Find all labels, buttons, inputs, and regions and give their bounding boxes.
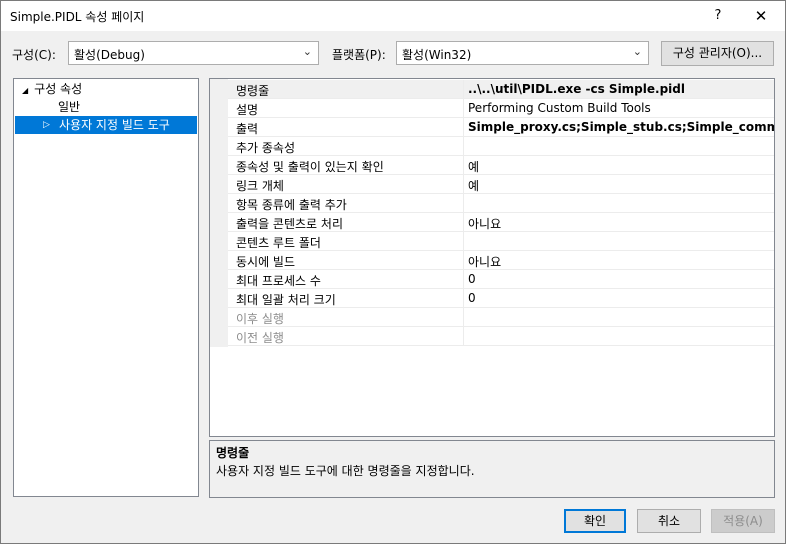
tree-item-label: 사용자 지정 빌드 도구 (59, 118, 170, 132)
chevron-down-icon: ⌄ (302, 45, 312, 58)
column-divider (463, 251, 464, 270)
tree-item-custom-build-tool[interactable]: ▷ 사용자 지정 빌드 도구 (15, 116, 197, 134)
description-title: 명령줄 (216, 446, 250, 460)
property-value[interactable]: Simple_proxy.cs;Simple_stub.cs;Simple_co… (468, 120, 774, 134)
property-tree: ◢ 구성 속성 일반 ▷ 사용자 지정 빌드 도구 (13, 78, 199, 497)
property-row[interactable]: 이전 실행 (228, 327, 774, 346)
column-divider (463, 137, 464, 156)
property-grid: 명령줄 ..\..\util\PIDL.exe -cs Simple.pidl 설명… (209, 78, 775, 437)
property-name: 종속성 및 출력이 있는지 확인 (236, 160, 384, 174)
platform-value: 활성(Win32) (402, 48, 472, 62)
platform-dropdown[interactable]: 활성(Win32) ⌄ (396, 41, 649, 65)
property-value[interactable]: Performing Custom Build Tools (468, 101, 651, 115)
property-name: 이전 실행 (236, 331, 284, 345)
property-name: 동시에 빌드 (236, 255, 296, 269)
property-name: 항목 종류에 출력 추가 (236, 198, 347, 212)
property-value[interactable]: ..\..\util\PIDL.exe -cs Simple.pidl (468, 82, 685, 96)
chevron-down-icon: ⌄ (632, 45, 642, 58)
column-divider (463, 118, 464, 137)
column-divider (463, 156, 464, 175)
property-value[interactable]: 0 (468, 291, 476, 305)
column-divider (463, 232, 464, 251)
column-divider (463, 270, 464, 289)
column-divider (463, 194, 464, 213)
property-name: 명령줄 (236, 84, 270, 98)
property-value[interactable]: 아니요 (468, 215, 501, 232)
property-row[interactable]: 콘텐츠 루트 폴더 (228, 232, 774, 251)
property-row[interactable]: 항목 종류에 출력 추가 (228, 194, 774, 213)
apply-button[interactable]: 적용(A) (711, 509, 775, 533)
tree-item-label: 구성 속성 (34, 82, 83, 96)
ok-button[interactable]: 확인 (564, 509, 626, 533)
property-value[interactable]: 예 (468, 158, 479, 175)
help-button[interactable]: ? (707, 4, 729, 28)
config-manager-button[interactable]: 구성 관리자(O)... (661, 41, 774, 66)
title-bar: Simple.PIDL 속성 페이지 ? ✕ (1, 1, 785, 31)
cancel-button[interactable]: 취소 (637, 509, 701, 533)
property-row[interactable]: 링크 개체 예 (228, 175, 774, 194)
column-divider (463, 99, 464, 118)
property-row[interactable]: 동시에 빌드 아니요 (228, 251, 774, 270)
property-name: 콘텐츠 루트 폴더 (236, 236, 321, 250)
config-dropdown[interactable]: 활성(Debug) ⌄ (68, 41, 319, 65)
property-name: 출력 (236, 122, 259, 136)
property-pages-dialog: Simple.PIDL 속성 페이지 ? ✕ 구성(C): 활성(Debug) … (0, 0, 786, 544)
property-name: 설명 (236, 103, 259, 117)
property-row[interactable]: 최대 일괄 처리 크기 0 (228, 289, 774, 308)
tree-item-general[interactable]: 일반 (58, 98, 80, 116)
property-row[interactable]: 이후 실행 (228, 308, 774, 327)
property-name: 추가 종속성 (236, 141, 296, 155)
property-value[interactable]: 0 (468, 272, 476, 286)
property-row[interactable]: 설명 Performing Custom Build Tools (228, 99, 774, 118)
property-name: 이후 실행 (236, 312, 284, 326)
property-row[interactable]: 최대 프로세스 수 0 (228, 270, 774, 289)
description-text: 사용자 지정 빌드 도구에 대한 명령줄을 지정합니다. (216, 464, 475, 478)
config-label: 구성(C): (12, 48, 56, 62)
column-divider (463, 289, 464, 308)
property-value[interactable]: 예 (468, 177, 479, 194)
property-row[interactable]: 출력 Simple_proxy.cs;Simple_stub.cs;Simple_… (228, 118, 774, 137)
property-name: 출력을 콘텐츠로 처리 (236, 217, 343, 231)
description-panel: 명령줄 사용자 지정 빌드 도구에 대한 명령줄을 지정합니다. (209, 440, 775, 498)
property-name: 최대 프로세스 수 (236, 274, 321, 288)
column-divider (463, 308, 464, 327)
platform-label: 플랫폼(P): (332, 48, 386, 62)
column-divider (463, 175, 464, 194)
config-value: 활성(Debug) (74, 48, 145, 62)
property-row[interactable]: 명령줄 ..\..\util\PIDL.exe -cs Simple.pidl (228, 80, 774, 99)
tree-item-config-properties[interactable]: ◢ 구성 속성 (22, 80, 82, 98)
column-divider (463, 80, 464, 99)
expanded-arrow-icon: ◢ (22, 86, 29, 95)
collapsed-arrow-icon: ▷ (43, 120, 50, 130)
property-value[interactable]: 아니요 (468, 253, 501, 270)
window-title: Simple.PIDL 속성 페이지 (10, 10, 145, 24)
column-divider (463, 327, 464, 346)
property-name: 링크 개체 (236, 179, 284, 193)
grid-gutter (210, 79, 228, 347)
column-divider (463, 213, 464, 232)
property-row[interactable]: 종속성 및 출력이 있는지 확인 예 (228, 156, 774, 175)
property-row[interactable]: 추가 종속성 (228, 137, 774, 156)
property-name: 최대 일괄 처리 크기 (236, 293, 336, 307)
close-button[interactable]: ✕ (747, 4, 775, 28)
property-row[interactable]: 출력을 콘텐츠로 처리 아니요 (228, 213, 774, 232)
